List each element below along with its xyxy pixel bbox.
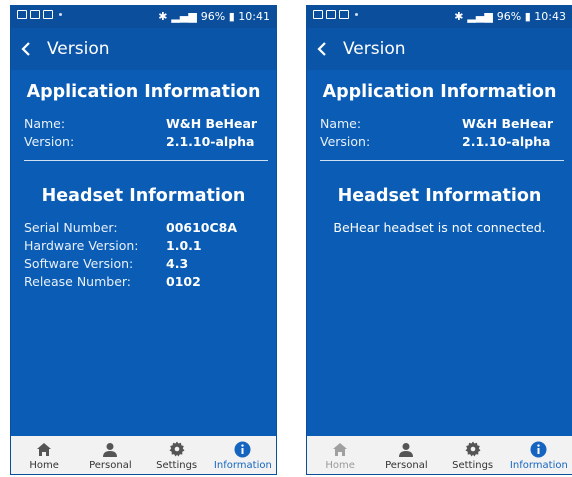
info-row-version: Version: 2.1.10-alpha <box>320 134 566 152</box>
nav-label: Personal <box>385 460 428 471</box>
status-right: ✱ ▂▄▆ 96% ▮ 10:43 <box>454 10 566 23</box>
info-row-name: Name: W&H BeHear <box>24 116 270 134</box>
chevron-left-icon <box>317 42 326 56</box>
nav-label: Home <box>325 460 355 471</box>
nav-settings[interactable]: Settings <box>144 436 210 474</box>
row-value: 1.0.1 <box>166 238 202 253</box>
nav-home[interactable]: Home <box>307 436 373 474</box>
person-icon <box>397 440 415 458</box>
gear-icon <box>464 440 482 458</box>
info-row-hardware: Hardware Version: 1.0.1 <box>24 238 270 256</box>
back-button[interactable] <box>307 28 337 70</box>
nav-label: Settings <box>156 460 198 471</box>
bluetooth-icon: ✱ <box>454 10 464 23</box>
info-row-release: Release Number: 0102 <box>24 274 270 292</box>
nav-label: Information <box>213 460 272 471</box>
nav-personal[interactable]: Personal <box>77 436 143 474</box>
row-value: 4.3 <box>166 256 189 271</box>
nav-label: Settings <box>452 460 494 471</box>
app-bar: Version <box>307 28 572 70</box>
headset-info-heading: Headset Information <box>337 186 542 206</box>
row-label: Serial Number: <box>24 220 118 235</box>
nav-settings[interactable]: Settings <box>440 436 506 474</box>
row-label: Hardware Version: <box>24 238 139 253</box>
nav-label: Personal <box>89 460 132 471</box>
chevron-left-icon <box>21 42 30 56</box>
back-button[interactable] <box>11 28 41 70</box>
row-label: Version: <box>24 134 75 149</box>
headset-status-message: BeHear headset is not connected. <box>333 220 546 235</box>
headset-info-heading: Headset Information <box>41 186 246 206</box>
nav-label: Information <box>509 460 568 471</box>
status-bar: ✱ ▂▄▆ 96% ▮ 10:41 <box>11 6 276 28</box>
row-value: 2.1.10-alpha <box>462 134 551 149</box>
bluetooth-icon: ✱ <box>158 10 168 23</box>
more-notifications-icon <box>355 13 358 16</box>
message-notification-icon <box>43 10 53 19</box>
signal-icon: ▂▄▆ <box>171 10 197 23</box>
section-divider <box>320 160 564 161</box>
section-divider <box>24 160 268 161</box>
row-label: Software Version: <box>24 256 134 271</box>
notification-icons <box>17 10 62 19</box>
bottom-nav: Home Personal Settings Information <box>307 436 572 474</box>
row-label: Name: <box>24 116 66 131</box>
nav-personal[interactable]: Personal <box>373 436 439 474</box>
row-value: 2.1.10-alpha <box>166 134 255 149</box>
app-bar: Version <box>11 28 276 70</box>
status-time: 96% ▮ 10:43 <box>496 10 566 23</box>
page-title: Version <box>343 39 406 59</box>
nav-home[interactable]: Home <box>11 436 77 474</box>
application-info-heading: Application Information <box>322 82 557 102</box>
person-icon <box>101 440 119 458</box>
info-row-version: Version: 2.1.10-alpha <box>24 134 270 152</box>
notification-icons <box>313 10 358 19</box>
application-info-heading: Application Information <box>26 82 261 102</box>
image-notification-icon <box>17 10 27 19</box>
nav-label: Home <box>29 460 59 471</box>
image-notification-icon <box>326 10 336 19</box>
image-notification-icon <box>30 10 40 19</box>
info-row-name: Name: W&H BeHear <box>320 116 566 134</box>
status-right: ✱ ▂▄▆ 96% ▮ 10:41 <box>158 10 270 23</box>
nav-information[interactable]: Information <box>210 436 276 474</box>
gear-icon <box>168 440 186 458</box>
info-row-software: Software Version: 4.3 <box>24 256 270 274</box>
info-icon <box>234 440 252 458</box>
nav-information[interactable]: Information <box>506 436 572 474</box>
home-icon <box>35 440 53 458</box>
phone-screen-disconnected: ✱ ▂▄▆ 96% ▮ 10:43 Version Application In… <box>306 5 572 475</box>
row-value: W&H BeHear <box>462 116 554 131</box>
status-time: 96% ▮ 10:41 <box>200 10 270 23</box>
more-notifications-icon <box>59 13 62 16</box>
row-value: W&H BeHear <box>166 116 258 131</box>
signal-icon: ▂▄▆ <box>467 10 493 23</box>
message-notification-icon <box>339 10 349 19</box>
image-notification-icon <box>313 10 323 19</box>
row-label: Release Number: <box>24 274 132 289</box>
row-value: 00610C8A <box>166 220 238 235</box>
status-bar: ✱ ▂▄▆ 96% ▮ 10:43 <box>307 6 572 28</box>
bottom-nav: Home Personal Settings Information <box>11 436 276 474</box>
home-icon <box>331 440 349 458</box>
row-label: Name: <box>320 116 362 131</box>
page-title: Version <box>47 39 110 59</box>
info-row-serial: Serial Number: 00610C8A <box>24 220 270 238</box>
info-icon <box>530 440 548 458</box>
phone-screen-connected: ✱ ▂▄▆ 96% ▮ 10:41 Version Application In… <box>10 5 277 475</box>
row-label: Version: <box>320 134 371 149</box>
row-value: 0102 <box>166 274 201 289</box>
